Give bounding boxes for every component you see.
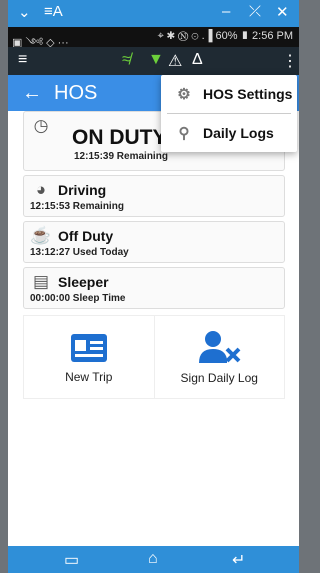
status-title-driving: Driving <box>58 182 107 198</box>
status-card-off-duty[interactable]: ☕ Off Duty 13:12:27 Used Today <box>23 221 285 263</box>
status-right: ⌖ ✱ Ⓝ ⊙ .▐ 60% ▮ 2:56 PM <box>157 30 293 42</box>
sign-daily-log-label: Sign Daily Log <box>180 371 258 385</box>
home-icon[interactable]: ⌂ <box>148 550 158 568</box>
new-trip-button[interactable]: New Trip <box>24 316 155 398</box>
duty-status: ON DUTY <box>72 126 167 149</box>
user-remove-icon <box>199 331 241 363</box>
clock-icon: ◷ <box>33 116 49 135</box>
hos-content: ◷ ON DUTY 12:15:39 Remaining ◕ Driving 1… <box>8 111 299 399</box>
menu-label-hos-settings: HOS Settings <box>203 86 293 102</box>
status-card-driving[interactable]: ◕ Driving 12:15:53 Remaining <box>23 175 285 217</box>
menu-item-daily-logs[interactable]: ⚲ Daily Logs <box>161 114 297 152</box>
action-grid: New Trip Sign Daily Log <box>23 315 285 399</box>
status-sub-off-duty: 13:12:27 Used Today <box>30 247 129 258</box>
coffee-icon: ☕ <box>30 226 52 245</box>
status-title-off-duty: Off Duty <box>58 228 114 244</box>
location-pin-icon[interactable]: ▼ <box>148 51 164 69</box>
back-arrow-icon[interactable]: ← <box>22 82 42 105</box>
search-icon: ⚲ <box>178 125 190 142</box>
status-sub-driving: 12:15:53 Remaining <box>30 201 124 212</box>
gears-icon: ⚙ <box>177 86 191 103</box>
fire-extinguisher-icon[interactable]: Δ <box>192 51 203 69</box>
alert-icon[interactable]: ⚠ <box>168 51 182 71</box>
chevron-down-icon[interactable]: ⌄ <box>18 3 31 21</box>
status-sub-sleeper: 00:00:00 Sleep Time <box>30 293 126 304</box>
status-title-sleeper: Sleeper <box>58 274 109 290</box>
new-trip-label: New Trip <box>65 370 113 384</box>
minimize-button[interactable]: – <box>222 3 230 20</box>
window-title: ≡A <box>44 3 63 20</box>
window-title-bar: ⌄ ≡A – ⤫ ✕ <box>8 0 299 27</box>
status-card-sleeper[interactable]: ▤ Sleeper 00:00:00 Sleep Time <box>23 267 285 309</box>
menu-label-daily-logs: Daily Logs <box>203 125 274 141</box>
overflow-menu: ⚙ HOS Settings ⚲ Daily Logs <box>161 75 297 152</box>
close-button[interactable]: ✕ <box>276 3 289 21</box>
menu-item-hos-settings[interactable]: ⚙ HOS Settings <box>161 75 297 113</box>
maximize-button[interactable]: ⤫ <box>249 3 261 20</box>
back-icon[interactable]: ↵ <box>232 550 245 570</box>
duty-remaining: 12:15:39 Remaining <box>74 151 168 162</box>
hamburger-menu-icon[interactable]: ≡ <box>18 51 27 69</box>
sign-daily-log-button[interactable]: Sign Daily Log <box>155 316 285 398</box>
overflow-menu-icon[interactable]: ⋮ <box>282 51 298 71</box>
rss-icon[interactable]: ≉ <box>122 51 131 69</box>
status-bar: ▣ ༺ ◇ ··· ⌖ ✱ Ⓝ ⊙ .▐ 60% ▮ 2:56 PM <box>8 27 299 49</box>
system-nav-bar: ▭ ⌂ ↵ <box>8 546 299 573</box>
phone-screen: ⌄ ≡A – ⤫ ✕ ▣ ༺ ◇ ··· ⌖ ✱ Ⓝ ⊙ .▐ 60% ▮ 2:… <box>8 0 299 573</box>
gauge-icon: ◕ <box>35 180 47 199</box>
app-toolbar: ≡ ≉ ▼ ⚠ Δ ⋮ <box>8 47 299 75</box>
page-title: HOS <box>54 81 98 104</box>
recent-apps-icon[interactable]: ▭ <box>64 550 79 570</box>
bed-icon: ▤ <box>32 272 50 291</box>
id-card-icon <box>70 334 107 362</box>
